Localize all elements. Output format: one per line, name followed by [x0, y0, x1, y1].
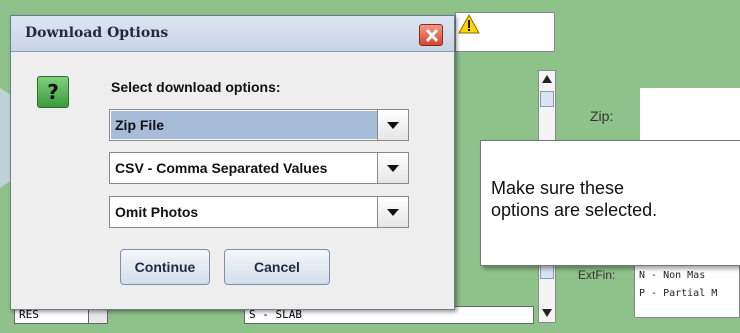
dialog-title: Download Options	[25, 25, 169, 41]
cancel-button[interactable]: Cancel	[224, 249, 330, 285]
continue-button[interactable]: Continue	[120, 249, 210, 285]
extfin-list[interactable]: N - Non Mas P - Partial M	[634, 262, 740, 318]
instruction-callout: Make sure these options are selected.	[480, 140, 740, 266]
chevron-down-icon[interactable]	[377, 197, 408, 227]
scroll-up-icon[interactable]	[541, 74, 553, 84]
dialog-titlebar[interactable]: Download Options	[11, 16, 454, 52]
scroll-down-icon[interactable]	[541, 308, 553, 318]
list-item[interactable]: P - Partial M	[639, 285, 735, 303]
list-item[interactable]: N - Non Mas	[639, 267, 735, 285]
close-icon	[425, 28, 439, 43]
extfin-label: ExtFin:	[578, 268, 616, 282]
zip-input[interactable]	[640, 88, 740, 144]
close-button[interactable]	[419, 24, 443, 46]
question-icon: ?	[37, 76, 69, 108]
zip-label: Zip:	[590, 108, 614, 124]
format-select-value: Zip File	[111, 111, 378, 139]
file-type-select[interactable]: CSV - Comma Separated Values	[109, 152, 409, 184]
format-select[interactable]: Zip File	[109, 109, 409, 141]
callout-line-2: options are selected.	[491, 200, 658, 220]
photos-select[interactable]: Omit Photos	[109, 196, 409, 228]
warning-icon	[458, 14, 480, 34]
chevron-down-icon[interactable]	[377, 153, 408, 183]
chevron-down-icon[interactable]	[377, 110, 408, 140]
dialog-prompt: Select download options:	[111, 79, 281, 95]
download-options-dialog: Download Options ? Select download optio…	[10, 15, 455, 310]
scroll-thumb[interactable]	[540, 91, 554, 107]
photos-select-value: Omit Photos	[115, 204, 199, 220]
file-type-select-value: CSV - Comma Separated Values	[115, 160, 328, 176]
callout-line-1: Make sure these	[491, 178, 625, 198]
